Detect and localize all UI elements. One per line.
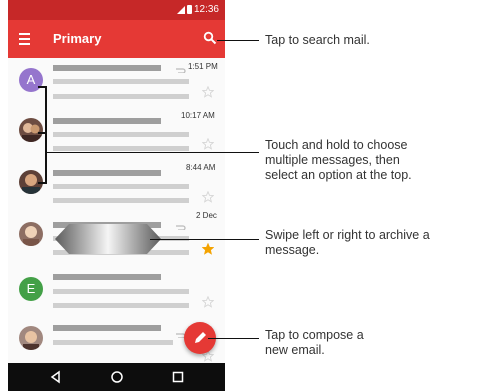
compose-callout-line-2: new email.	[265, 343, 325, 357]
paperclip-icon	[176, 225, 186, 230]
select-leader-line	[47, 152, 259, 153]
selection-bracket-mid	[38, 132, 47, 134]
search-callout: Tap to search mail.	[265, 33, 370, 48]
swipe-callout-line-2: message.	[265, 243, 320, 257]
select-callout-line-1: Touch and hold to choose	[265, 138, 408, 152]
status-bar: 12:36	[8, 0, 225, 20]
person-photo-icon	[22, 123, 42, 142]
star-icon[interactable]	[202, 138, 214, 150]
signal-icon	[177, 6, 185, 14]
subject-placeholder	[53, 79, 189, 84]
nav-home-icon[interactable]	[109, 369, 125, 385]
message-row[interactable]: 10:17 AM	[8, 111, 225, 166]
avatar	[19, 118, 43, 142]
swipe-leader-line	[150, 239, 259, 240]
sender-placeholder	[53, 274, 161, 280]
message-time: 10:17 AM	[181, 111, 215, 120]
system-nav-bar	[8, 363, 225, 391]
search-icon[interactable]	[203, 31, 217, 45]
star-icon[interactable]	[202, 86, 214, 98]
snippet-placeholder	[53, 146, 189, 151]
avatar	[19, 326, 43, 350]
select-callout-line-3: select an option at the top.	[265, 168, 412, 182]
star-icon-active[interactable]	[202, 243, 214, 255]
select-callout-line-2: multiple messages, then	[265, 153, 400, 167]
search-callout-text: Tap to search mail.	[265, 33, 370, 47]
star-icon[interactable]	[202, 191, 214, 203]
swipe-gesture-indicator	[55, 224, 161, 254]
message-time: 2 Dec	[196, 211, 217, 220]
avatar: E	[19, 277, 43, 301]
compose-leader-line	[208, 338, 259, 339]
search-leader-line	[217, 40, 259, 41]
message-time: 1:51 PM	[188, 62, 218, 71]
sender-placeholder	[53, 65, 161, 71]
swipe-callout-line-1: Swipe left or right to archive a	[265, 228, 430, 242]
person-photo-icon	[23, 331, 39, 350]
selection-bracket	[45, 86, 47, 184]
menu-icon[interactable]	[19, 33, 30, 45]
subject-placeholder	[53, 132, 189, 137]
selection-bracket-top	[38, 86, 47, 88]
sender-placeholder	[53, 170, 161, 176]
nav-back-icon[interactable]	[48, 369, 64, 385]
sender-placeholder	[53, 325, 161, 331]
avatar	[19, 222, 43, 246]
message-row[interactable]: A 1:51 PM	[8, 62, 225, 114]
compose-callout-line-1: Tap to compose a	[265, 328, 364, 342]
battery-icon	[187, 5, 192, 14]
paperclip-icon	[176, 68, 186, 73]
person-photo-icon	[23, 226, 39, 246]
app-bar: Primary	[8, 20, 225, 58]
snippet-placeholder	[53, 198, 189, 203]
app-bar-title: Primary	[53, 31, 102, 46]
nav-recents-icon[interactable]	[170, 369, 186, 385]
message-row[interactable]: 8:44 AM	[8, 163, 225, 218]
phone-screen: 12:36 Primary A 1:51 PM 10:17 AM 8:44 AM	[8, 0, 225, 391]
star-icon[interactable]	[202, 296, 214, 308]
subject-placeholder	[53, 289, 189, 294]
selection-bracket-bottom	[38, 182, 47, 184]
subject-placeholder	[53, 340, 173, 345]
sender-placeholder	[53, 118, 161, 124]
compose-callout: Tap to compose a new email.	[265, 328, 364, 358]
avatar: A	[19, 68, 43, 92]
message-time: 8:44 AM	[186, 163, 216, 172]
subject-placeholder	[53, 184, 189, 189]
status-time: 12:36	[193, 4, 219, 15]
select-callout: Touch and hold to choose multiple messag…	[265, 138, 412, 183]
snippet-placeholder	[53, 303, 189, 308]
snippet-placeholder	[53, 94, 189, 99]
swipe-callout: Swipe left or right to archive a message…	[265, 228, 430, 258]
message-row[interactable]: E	[8, 270, 225, 322]
